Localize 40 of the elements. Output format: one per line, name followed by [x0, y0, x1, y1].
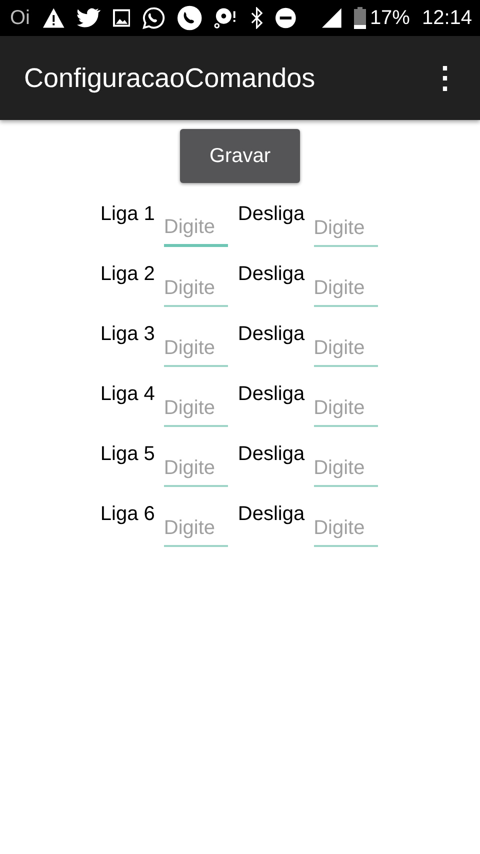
command-label: Liga 2: [100, 262, 155, 287]
command-label: Desliga: [238, 382, 305, 407]
command-input-field[interactable]: Digite: [314, 433, 378, 487]
image-icon: [112, 9, 130, 27]
disc-icon: [214, 6, 238, 30]
command-label: Desliga: [238, 262, 305, 287]
battery-icon: [354, 7, 366, 29]
command-input-field[interactable]: Digite: [164, 193, 228, 247]
command-input-field[interactable]: Digite: [164, 373, 228, 427]
signal-icon: [320, 7, 342, 29]
command-label: Liga 5: [100, 442, 155, 467]
bird-icon: [77, 8, 101, 28]
phone-icon: [177, 5, 202, 31]
command-label: Desliga: [238, 502, 305, 527]
save-button[interactable]: Gravar: [180, 129, 300, 183]
battery-level: 17%: [370, 6, 410, 30]
command-label: Liga 4: [100, 382, 155, 407]
overflow-menu-button[interactable]: ⋮: [426, 60, 464, 96]
command-label: Desliga: [238, 322, 305, 347]
do-not-disturb-icon: [275, 7, 297, 29]
command-input-field[interactable]: Digite: [164, 493, 228, 547]
command-input-field[interactable]: Digite: [314, 313, 378, 367]
command-input-field[interactable]: Digite: [314, 253, 378, 307]
command-label: Desliga: [238, 202, 305, 227]
command-input-field[interactable]: Digite: [164, 253, 228, 307]
command-label: Desliga: [238, 442, 305, 467]
command-label: Liga 1: [100, 202, 155, 227]
command-input-field[interactable]: Digite: [164, 433, 228, 487]
bluetooth-icon: [250, 7, 264, 29]
app-title: ConfiguracaoComandos: [24, 62, 316, 94]
command-input-field[interactable]: Digite: [164, 313, 228, 367]
command-input-field[interactable]: Digite: [314, 193, 378, 247]
warning-icon: [42, 7, 66, 29]
clock: 12:14: [422, 6, 472, 30]
command-label: Liga 6: [100, 502, 155, 527]
carrier-name: Oi: [10, 6, 30, 30]
command-input-field[interactable]: Digite: [314, 373, 378, 427]
command-input-field[interactable]: Digite: [314, 493, 378, 547]
chat-phone-icon: [142, 6, 166, 30]
command-label: Liga 3: [100, 322, 155, 347]
